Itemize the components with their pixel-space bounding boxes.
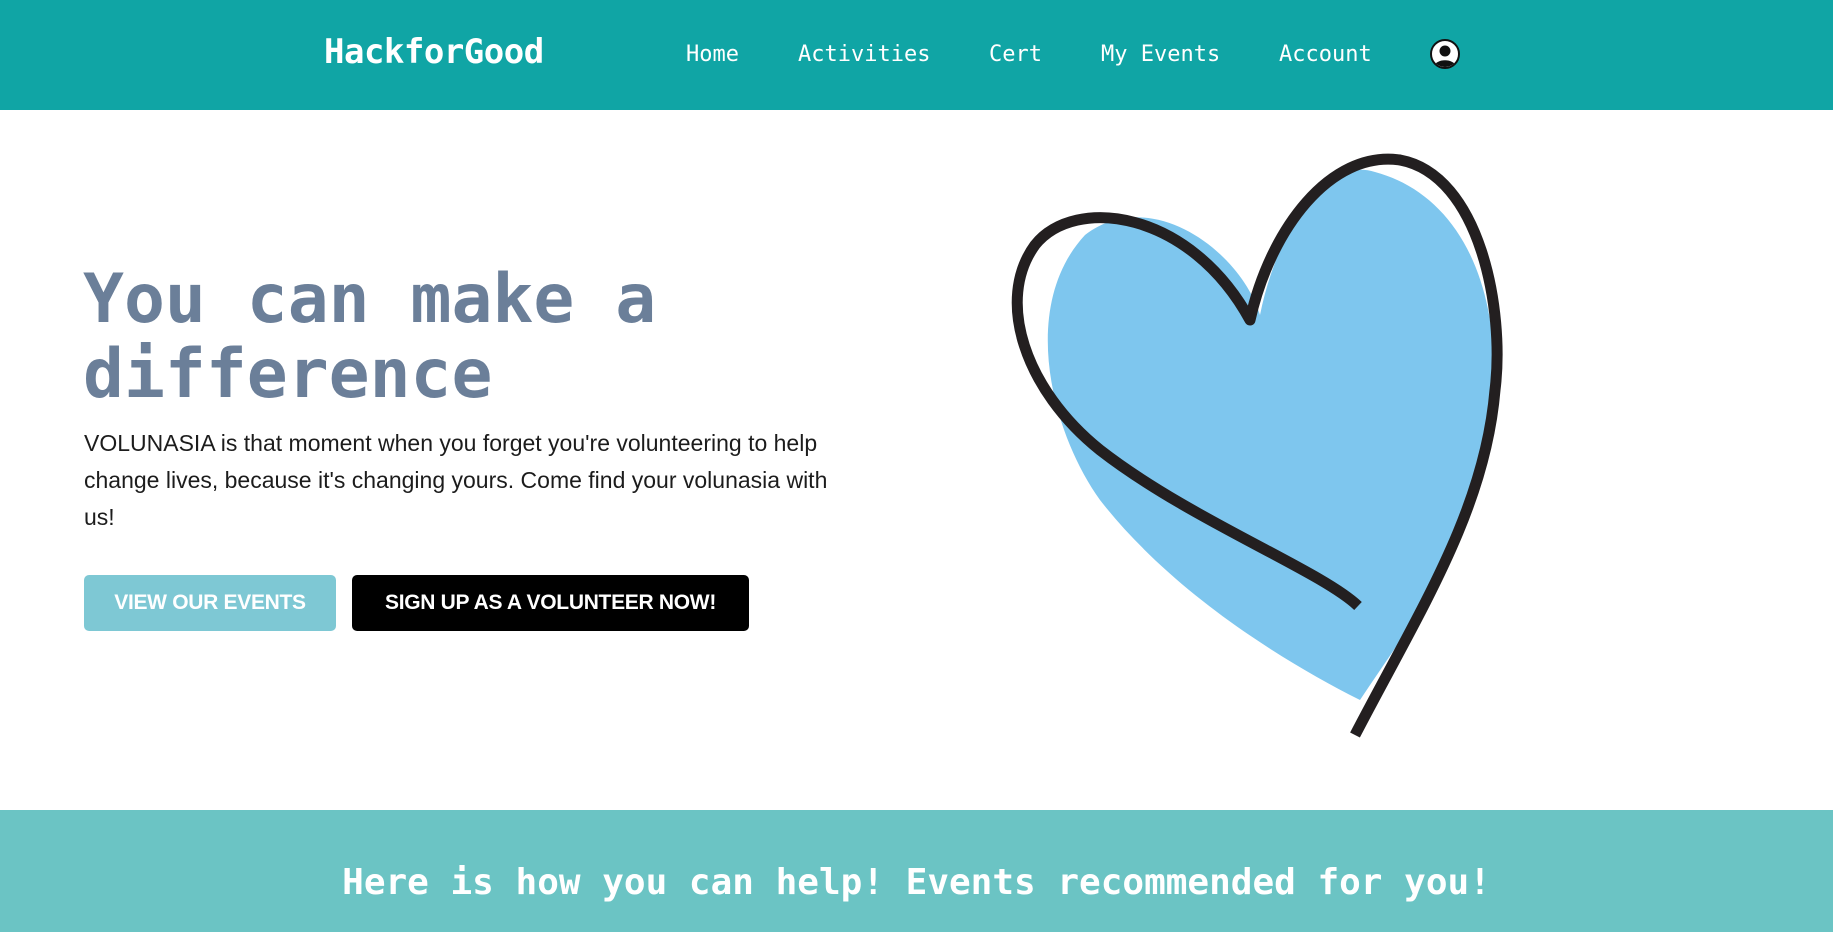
nav-cert[interactable]: Cert [989,42,1042,67]
nav-account[interactable]: Account [1279,42,1372,67]
signup-volunteer-button[interactable]: SIGN UP AS A VOLUNTEER NOW! [352,575,749,631]
recommendations-heading: Here is how you can help! Events recomme… [342,862,1491,903]
nav-home[interactable]: Home [686,42,739,67]
heart-illustration [1011,153,1503,738]
nav-activities[interactable]: Activities [798,42,930,67]
recommendations-section: Here is how you can help! Events recomme… [0,810,1833,932]
top-navbar: HackforGood Home Activities Cert My Even… [0,0,1833,110]
view-events-button[interactable]: VIEW OUR EVENTS [84,575,336,631]
hero-description: VOLUNASIA is that moment when you forget… [84,430,828,530]
brand-logo[interactable]: HackforGood [324,32,544,72]
hero-title: You can make a difference [83,260,657,414]
nav-my-events[interactable]: My Events [1101,42,1220,67]
user-profile-icon[interactable] [1430,39,1460,69]
